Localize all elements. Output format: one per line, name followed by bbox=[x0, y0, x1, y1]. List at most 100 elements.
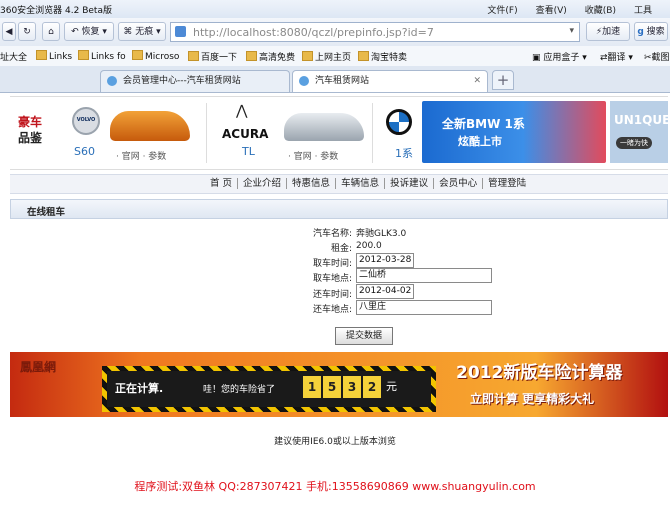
browser-recommendation: 建议使用IE6.0或以上版本浏览 bbox=[274, 437, 396, 447]
restore-button[interactable]: ↶ 恢复 ▾ bbox=[64, 22, 114, 41]
menu-view[interactable]: 查看(V) bbox=[536, 3, 567, 16]
folder-icon bbox=[246, 51, 257, 61]
menu-tools[interactable]: 工具 bbox=[634, 3, 652, 16]
browser-nav-bar: ◀ ↻ ⌂ ↶ 恢复 ▾ ⌘ 无痕 ▾ http://localhost:808… bbox=[0, 18, 670, 47]
app-box-button[interactable]: ▣ 应用盒子 ▾ bbox=[532, 50, 587, 63]
menu-file[interactable]: 文件(F) bbox=[487, 3, 517, 16]
ad-digit: 5 bbox=[323, 376, 341, 398]
tester-credit: 程序测试:双鱼林 QQ:287307421 手机:13558690869 www… bbox=[134, 480, 536, 493]
tab-bar: 会员管理中心---汽车租赁网站 汽车租赁网站 ✕ + bbox=[0, 66, 670, 93]
section-title: 在线租车 bbox=[27, 207, 66, 218]
browser-menu: 文件(F) 查看(V) 收藏(B) 工具 bbox=[487, 3, 670, 16]
bookmark-item[interactable]: Links bbox=[36, 50, 72, 62]
bookmark-item[interactable]: 高清免费 bbox=[246, 50, 295, 63]
close-icon[interactable]: ✕ bbox=[473, 71, 481, 91]
acura-model: TL bbox=[242, 145, 255, 158]
bookmark-item[interactable]: 址大全 bbox=[0, 50, 27, 63]
bookmark-item[interactable]: Microso bbox=[132, 50, 179, 62]
acura-logo-icon: ⋀ bbox=[236, 103, 248, 119]
scissors-icon: ✂ bbox=[644, 53, 652, 63]
folder-icon bbox=[36, 50, 47, 60]
refresh-icon[interactable]: ↻ bbox=[18, 22, 36, 41]
translate-button[interactable]: ⇄翻译 ▾ bbox=[600, 50, 633, 63]
return-time-field[interactable]: 2012-04-02 bbox=[356, 284, 414, 299]
nav-specials[interactable]: 特惠信息 bbox=[287, 178, 337, 189]
bookmark-item[interactable]: Links fo bbox=[78, 50, 126, 62]
bookmark-item[interactable]: 淘宝特卖 bbox=[358, 50, 407, 63]
ad-unit: 元 bbox=[386, 380, 397, 393]
back-button[interactable]: ◀ bbox=[2, 22, 16, 41]
submit-button[interactable]: 提交数据 bbox=[335, 327, 393, 345]
screenshot-button[interactable]: ✂截图 bbox=[644, 50, 670, 63]
tab-member-center[interactable]: 会员管理中心---汽车租赁网站 bbox=[100, 70, 290, 92]
return-place-field[interactable]: 八里庄 bbox=[356, 300, 492, 315]
bmw-promo[interactable]: 全新BMW 1系 炫酷上市 bbox=[422, 101, 606, 163]
ad-calc-text: 正在计算. bbox=[115, 382, 164, 395]
nav-home[interactable]: 首 页 bbox=[205, 178, 239, 189]
bmw-promo-headline: 全新BMW 1系 bbox=[442, 117, 525, 131]
rent-label: 租金: bbox=[330, 244, 352, 254]
ad-digit: 1 bbox=[303, 376, 321, 398]
ad-cta[interactable]: 立即计算 更享精彩大礼 bbox=[470, 390, 594, 407]
nav-member-center[interactable]: 会员中心 bbox=[434, 178, 484, 189]
unique-button[interactable]: 一睹为快 bbox=[616, 137, 652, 149]
search-box[interactable]: g 搜索 bbox=[634, 22, 668, 41]
accelerate-label: 加速 bbox=[602, 27, 621, 37]
folder-icon bbox=[302, 51, 313, 61]
ad-logo: 鳳凰網 bbox=[20, 360, 57, 374]
home-icon[interactable]: ⌂ bbox=[42, 22, 60, 41]
browser-title-bar: 360安全浏览器 4.2 Beta版 文件(F) 查看(V) 收藏(B) 工具 bbox=[0, 0, 670, 18]
nav-admin-login[interactable]: 管理登陆 bbox=[483, 178, 531, 189]
bookmark-item[interactable]: 百度一下 bbox=[188, 50, 237, 63]
page-icon bbox=[175, 26, 186, 37]
nav-complaints[interactable]: 投诉建议 bbox=[385, 178, 435, 189]
volvo-brand: VOLVO bbox=[76, 117, 96, 123]
rent-value: 200.0 bbox=[356, 241, 382, 251]
car-name-value: 奔驰GLK3.0 bbox=[356, 229, 407, 239]
bookmark-item[interactable]: 上网主页 bbox=[302, 50, 351, 63]
nav-vehicles[interactable]: 车辆信息 bbox=[336, 178, 386, 189]
pickup-time-field[interactable]: 2012-03-28 bbox=[356, 253, 414, 268]
ad-calculator-frame: 正在计算. 哇！您的车险省了 1 5 3 2 元 bbox=[102, 366, 436, 412]
section-header: 在线租车 bbox=[10, 199, 668, 219]
address-url: http://localhost:8080/qczl/prepinfo.jsp?… bbox=[193, 26, 434, 39]
folder-icon bbox=[78, 50, 89, 60]
banner-title-line1: 豪车 bbox=[18, 115, 43, 129]
volvo-links[interactable]: · 官网 · 参数 bbox=[116, 149, 166, 162]
pickup-place-field[interactable]: 二仙桥 bbox=[356, 268, 492, 283]
bmw-promo-sub: 炫酷上市 bbox=[458, 135, 502, 148]
volvo-car-image bbox=[110, 111, 190, 141]
bmw-logo bbox=[386, 109, 412, 135]
app-box-icon: ▣ bbox=[532, 53, 541, 63]
tab-label: 会员管理中心---汽车租赁网站 bbox=[123, 76, 241, 86]
ad-digit: 2 bbox=[363, 376, 381, 398]
search-label: 搜索 bbox=[646, 27, 665, 37]
folder-icon bbox=[188, 51, 199, 61]
private-mode-button[interactable]: ⌘ 无痕 ▾ bbox=[118, 22, 166, 41]
search-engine-icon: g bbox=[637, 27, 644, 37]
address-dropdown-icon[interactable]: ▾ bbox=[569, 26, 574, 36]
private-mode-label: 无痕 bbox=[135, 27, 154, 37]
banner-divider bbox=[372, 103, 373, 163]
acura-links[interactable]: · 官网 · 参数 bbox=[288, 149, 338, 162]
pickup-time-label: 取车时间: bbox=[312, 259, 352, 269]
tab-icon bbox=[299, 76, 309, 86]
ad-saving-text: 哇！您的车险省了 bbox=[203, 385, 276, 395]
car-banner: 豪车 品鉴 VOLVO S60 · 官网 · 参数 ⋀ ACURA TL · 官… bbox=[10, 96, 670, 170]
unique-headline: UN1QUE bbox=[614, 113, 670, 127]
translate-icon: ⇄ bbox=[600, 53, 608, 63]
nav-company[interactable]: 企业介绍 bbox=[238, 178, 288, 189]
folder-icon bbox=[358, 51, 369, 61]
accelerate-button[interactable]: ⚡加速 bbox=[586, 22, 630, 41]
insurance-ad[interactable]: 鳳凰網 正在计算. 哇！您的车险省了 1 5 3 2 元 2012新版车险计算器… bbox=[10, 352, 668, 417]
volvo-model: S60 bbox=[74, 145, 95, 158]
menu-favorites[interactable]: 收藏(B) bbox=[585, 3, 616, 16]
unique-promo[interactable]: UN1QUE 一睹为快 bbox=[610, 101, 670, 163]
pickup-place-label: 取车地点: bbox=[312, 274, 352, 284]
tab-icon bbox=[107, 76, 117, 86]
ad-headline: 2012新版车险计算器 bbox=[456, 363, 623, 383]
address-bar[interactable]: http://localhost:8080/qczl/prepinfo.jsp?… bbox=[170, 22, 580, 42]
tab-car-rental[interactable]: 汽车租赁网站 ✕ bbox=[292, 70, 488, 92]
new-tab-button[interactable]: + bbox=[492, 70, 514, 90]
ad-digit: 3 bbox=[343, 376, 361, 398]
